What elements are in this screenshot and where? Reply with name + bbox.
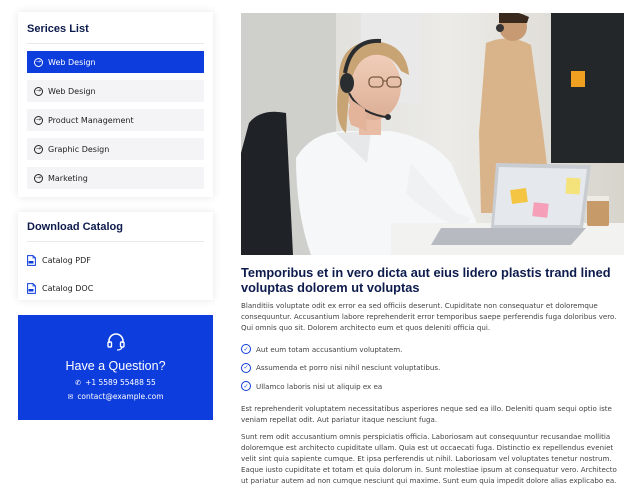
page-title: Temporibus et in vero dicta aut eius lid… bbox=[241, 265, 611, 295]
main-content: Temporibus et in vero dicta aut eius lid… bbox=[241, 13, 624, 492]
catalog-item-label: Catalog PDF bbox=[42, 255, 91, 265]
envelope-icon: ✉ bbox=[67, 392, 74, 401]
body-paragraph-2: Est reprehenderit voluptatem necessitati… bbox=[241, 403, 612, 424]
arrow-right-circle-icon: → bbox=[34, 173, 43, 183]
catalog-item[interactable]: Catalog PDF bbox=[27, 248, 204, 272]
catalog-list: Catalog PDF Catalog DOC bbox=[27, 248, 204, 300]
service-item-label: Web Design bbox=[48, 86, 96, 96]
catalog-item[interactable]: Catalog DOC bbox=[27, 276, 204, 300]
service-item[interactable]: → Marketing bbox=[27, 167, 204, 189]
pdf-file-icon bbox=[27, 254, 36, 266]
headset-icon bbox=[106, 333, 125, 351]
help-phone-line: ✆ +1 5589 55488 55 bbox=[18, 378, 213, 387]
check-circle-icon: ✓ bbox=[241, 344, 251, 355]
service-item-label: Marketing bbox=[48, 173, 88, 183]
download-catalog-card: Download Catalog Catalog PDF Catalog DOC bbox=[18, 212, 213, 300]
help-box: Have a Question? ✆ +1 5589 55488 55 ✉ co… bbox=[18, 315, 213, 420]
phone-icon: ✆ bbox=[75, 378, 82, 387]
arrow-right-circle-icon: → bbox=[34, 115, 43, 125]
service-item-label: Graphic Design bbox=[48, 144, 110, 154]
feature-item: ✓ Assumenda et porro nisi nihil nesciunt … bbox=[241, 359, 624, 378]
service-item-label: Web Design bbox=[48, 57, 96, 67]
service-item[interactable]: → Graphic Design bbox=[27, 138, 204, 160]
arrow-right-circle-icon: → bbox=[34, 144, 43, 154]
download-catalog-title: Download Catalog bbox=[27, 221, 123, 233]
service-item[interactable]: → Web Design bbox=[27, 80, 204, 102]
feature-item-label: Assumenda et porro nisi nihil nesciunt v… bbox=[256, 363, 441, 373]
check-circle-icon: ✓ bbox=[241, 362, 251, 373]
help-phone[interactable]: +1 5589 55488 55 bbox=[85, 378, 156, 387]
services-list-card: Serices List → Web Design → Web Design → Prod… bbox=[18, 12, 213, 197]
call-center-photo bbox=[241, 13, 624, 255]
service-item[interactable]: → Web Design bbox=[27, 51, 204, 73]
service-item[interactable]: → Product Management bbox=[27, 109, 204, 131]
help-title: Have a Question? bbox=[65, 359, 166, 373]
hero-image bbox=[241, 13, 624, 255]
feature-item: ✓ Aut eum totam accusantium voluptatem. bbox=[241, 340, 624, 359]
feature-item: ✓ Ullamco laboris nisi ut aliquip ex ea bbox=[241, 377, 624, 396]
service-details-page: Serices List → Web Design → Web Design → Prod… bbox=[0, 0, 640, 497]
services-list: → Web Design → Web Design → Product Managemen… bbox=[27, 51, 204, 189]
feature-item-label: Aut eum totam accusantium voluptatem. bbox=[256, 344, 403, 354]
sidebar: Serices List → Web Design → Web Design → Prod… bbox=[18, 12, 213, 420]
body-paragraph-3: Sunt rem odit accusantium omnis perspici… bbox=[241, 431, 617, 485]
services-list-title: Serices List bbox=[27, 23, 89, 35]
feature-item-label: Ullamco laboris nisi ut aliquip ex ea bbox=[256, 381, 383, 391]
arrow-right-circle-icon: → bbox=[34, 86, 43, 96]
feature-list: ✓ Aut eum totam accusantium voluptatem. ✓ A… bbox=[241, 340, 624, 396]
help-email-line: ✉ contact@example.com bbox=[18, 392, 213, 401]
check-circle-icon: ✓ bbox=[241, 381, 251, 392]
arrow-right-circle-icon: → bbox=[34, 57, 43, 67]
catalog-item-label: Catalog DOC bbox=[42, 283, 94, 293]
help-email[interactable]: contact@example.com bbox=[77, 392, 163, 401]
doc-file-icon bbox=[27, 282, 36, 294]
title-divider bbox=[27, 43, 204, 44]
intro-paragraph: Blanditiis voluptate odit ex error ea se… bbox=[241, 301, 617, 332]
service-item-label: Product Management bbox=[48, 115, 134, 125]
title-divider bbox=[27, 241, 204, 242]
